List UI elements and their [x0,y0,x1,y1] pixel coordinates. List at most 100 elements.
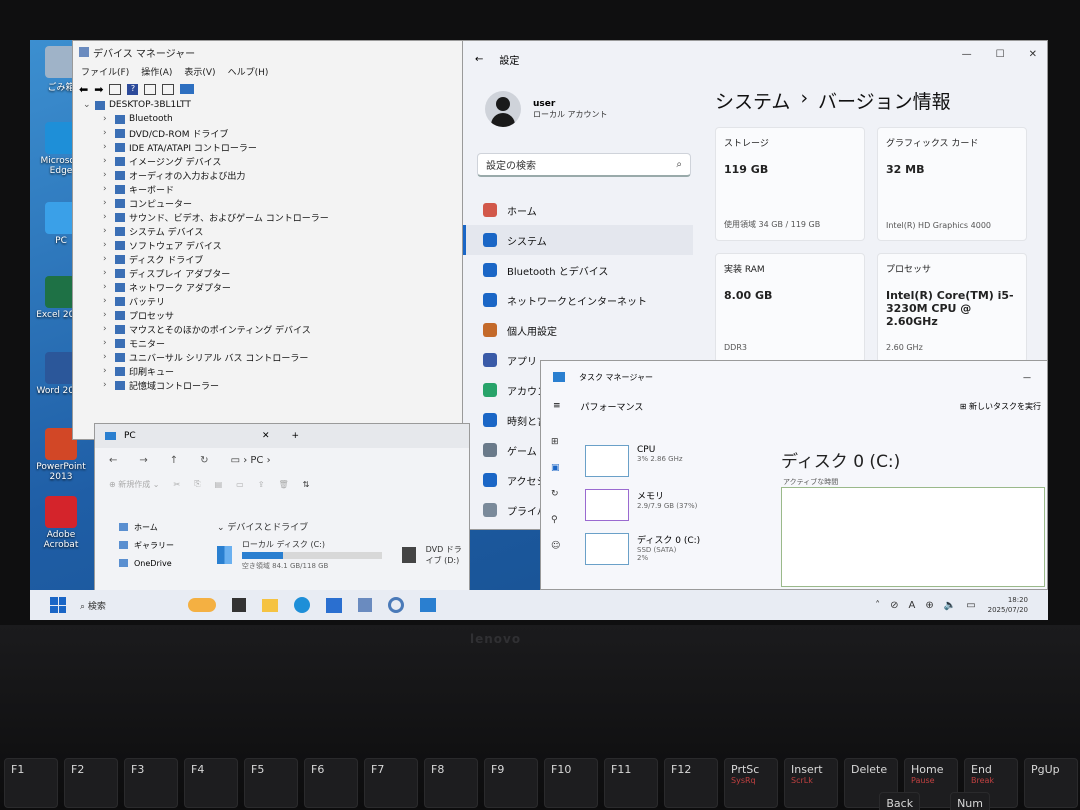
drive-d-name[interactable]: DVD ドライブ (D:) [426,544,469,566]
task-manager-titlebar[interactable]: タスク マネージャー — [541,361,1047,393]
nav-item[interactable]: ホーム [463,195,693,225]
task-view-icon[interactable] [232,598,246,612]
close-button[interactable]: ✕ [1029,49,1037,60]
menu-item[interactable]: ヘルプ(H) [228,65,269,78]
tree-item[interactable]: › マウスとそのほかのポインティング デバイス [77,322,471,336]
address-path[interactable]: ▭ › PC › [231,455,271,466]
back-arrow-icon[interactable]: ⬅ [79,83,88,96]
settings-gear-icon[interactable] [388,597,404,613]
startup-icon[interactable]: ⚲ [551,515,560,525]
minimize-button[interactable]: — [1023,373,1031,382]
start-button[interactable] [50,597,66,613]
tree-item[interactable]: › サウンド、ビデオ、およびゲーム コントローラー [77,210,471,224]
users-icon[interactable]: ☺ [551,541,560,551]
speaker-icon[interactable]: 🔈 [944,600,956,611]
menu-item[interactable]: 操作(A) [141,65,172,78]
rename-icon[interactable]: ▭ [236,480,244,489]
menu-item[interactable]: 表示(V) [184,65,215,78]
file-explorer-icon[interactable] [262,598,278,612]
performance-icon[interactable]: ▣ [551,463,560,473]
tree-item[interactable]: › DVD/CD-ROM ドライブ [77,126,471,140]
properties-icon[interactable] [109,83,122,95]
tree-root[interactable]: ⌄ DESKTOP-3BL1LTT [77,98,471,112]
tree-item[interactable]: › ユニバーサル シリアル バス コントローラー [77,350,471,364]
settings-titlebar[interactable]: ← 設定 [463,41,1047,77]
history-icon[interactable]: ↻ [551,489,560,499]
taskbar-search[interactable]: ⌕ 検索 [80,599,180,612]
tree-item[interactable]: › ディスプレイ アダプター [77,266,471,280]
tree-item[interactable]: › バッテリ [77,294,471,308]
forward-arrow-icon[interactable]: ➡ [94,83,103,96]
battery-icon[interactable]: ▭ [966,600,975,611]
up-arrow-icon[interactable]: ↑ [170,455,178,466]
tree-item[interactable]: › オーディオの入力および出力 [77,168,471,182]
maximize-button[interactable]: ☐ [996,49,1005,60]
tree-item[interactable]: › イメージング デバイス [77,154,471,168]
nav-item[interactable]: ネットワークとインターネット [463,285,693,315]
edge-icon[interactable] [294,597,310,613]
sort-icon[interactable]: ⇅ [303,480,310,489]
ime-indicator[interactable]: A [909,600,916,611]
nav-item[interactable]: Bluetooth とデバイス [463,255,693,285]
back-button[interactable]: ← [475,54,483,65]
monitor-icon[interactable] [180,84,195,94]
delete-icon[interactable]: 🗑 [278,480,288,489]
widgets-icon[interactable] [188,598,216,612]
share-icon[interactable]: ⇪ [258,480,265,489]
tree-item[interactable]: › Bluetooth [77,112,471,126]
device-manager-taskbar-icon[interactable] [358,598,372,612]
explorer-tab[interactable]: PC [124,431,254,441]
paste-icon[interactable]: ▤ [215,480,223,489]
back-arrow-icon[interactable]: ← [109,455,117,466]
nav-item[interactable]: システム [463,225,693,255]
explorer-side-item[interactable]: ギャラリー [95,536,205,554]
tree-item[interactable]: › プロセッサ [77,308,471,322]
backspace-key[interactable]: Back [879,792,921,810]
group-header[interactable]: ⌄ デバイスとドライブ [217,520,469,533]
tree-item[interactable]: › システム デバイス [77,224,471,238]
user-profile[interactable]: user ローカル アカウント [485,91,608,127]
tree-item[interactable]: › IDE ATA/ATAPI コントローラー [77,140,471,154]
explorer-side-item[interactable]: OneDrive [95,554,205,572]
chevron-up-icon[interactable]: ˄ [875,600,880,611]
search-input[interactable]: 設定の検索 [486,157,536,172]
tree-item[interactable]: › 記憶域コントローラー [77,378,471,392]
new-button[interactable]: ⊕ 新規作成 ⌄ [109,479,160,490]
new-tab-icon[interactable]: + [292,431,300,441]
clock[interactable]: 18:20 2025/07/20 [988,595,1028,615]
refresh-icon[interactable]: ↻ [200,455,208,466]
performance-item[interactable]: ディスク 0 (C:) SSD (SATA) 2% [585,533,700,577]
processes-icon[interactable]: ⊞ [551,437,560,447]
view-icon[interactable] [144,83,157,95]
tree-item[interactable]: › モニター [77,336,471,350]
device-manager-titlebar[interactable]: デバイス マネージャー [73,41,471,63]
nav-item[interactable]: 個人用設定 [463,315,693,345]
menu-item[interactable]: ファイル(F) [81,65,129,78]
tree-item[interactable]: › ソフトウェア デバイス [77,238,471,252]
cut-icon[interactable]: ✂ [174,480,181,489]
forward-arrow-icon[interactable]: → [139,455,147,466]
task-manager-taskbar-icon[interactable] [420,598,436,612]
settings-search[interactable]: 設定の検索 ⌕ [477,153,691,177]
help-icon[interactable]: ? [127,83,139,95]
tree-item[interactable]: › コンピューター [77,196,471,210]
performance-item[interactable]: CPU 3% 2.86 GHz [585,445,700,489]
tree-item[interactable]: › キーボード [77,182,471,196]
globe-icon[interactable]: ⊕ [925,600,933,611]
numlock-key[interactable]: Num [950,792,990,810]
scan-icon[interactable] [162,83,175,95]
copy-icon[interactable]: ⎘ [194,479,200,489]
store-icon[interactable] [326,597,342,613]
tree-item[interactable]: › ディスク ドライブ [77,252,471,266]
performance-item[interactable]: メモリ 2.9/7.9 GB (37%) [585,489,700,533]
minimize-button[interactable]: — [962,49,972,60]
drive-c[interactable]: ローカル ディスク (C:) 空き領域 84.1 GB/118 GB DVD ド… [217,539,469,571]
network-off-icon[interactable]: ⊘ [890,600,898,611]
desktop-icon[interactable]: Adobe Acrobat [32,496,90,550]
hamburger-icon[interactable]: ≡ [553,401,561,411]
tree-item[interactable]: › ネットワーク アダプター [77,280,471,294]
tree-item[interactable]: › 印刷キュー [77,364,471,378]
close-tab-icon[interactable]: ✕ [262,431,270,441]
explorer-side-item[interactable]: ホーム [95,518,205,536]
new-task-button[interactable]: ⊞ 新しいタスクを実行 [960,401,1041,412]
